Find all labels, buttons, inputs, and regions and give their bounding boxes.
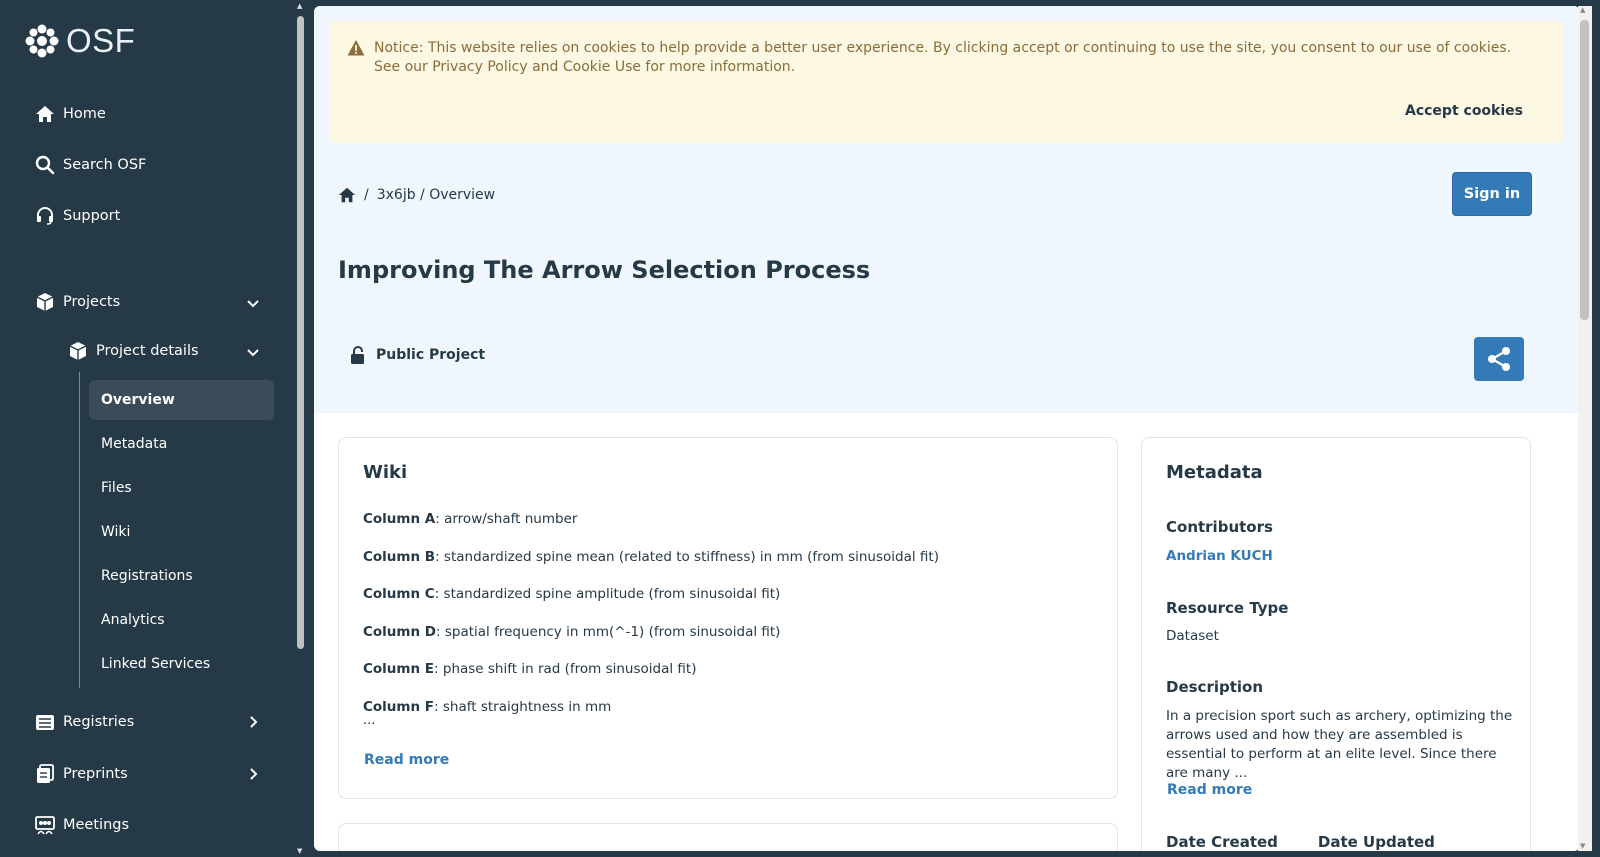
nav-home[interactable]: Home: [34, 99, 106, 129]
nav-project-details[interactable]: Project details: [67, 340, 199, 362]
resource-type-value: Dataset: [1166, 628, 1219, 644]
metadata-card: Metadata Contributors Andrian KUCH Resou…: [1141, 437, 1531, 851]
sidebar: OSF Home Search OSF Support Projects Pro…: [0, 0, 304, 857]
sidebar-scrollbar[interactable]: [297, 16, 304, 649]
wiki-line-text: : shaft straightness in mm: [434, 698, 612, 715]
main-scroll-down-icon[interactable]: ▼: [1580, 842, 1585, 850]
main-scrollbar[interactable]: [1580, 20, 1589, 320]
nav-registries[interactable]: Registries: [34, 707, 134, 737]
chevron-right-icon[interactable]: [245, 714, 261, 730]
osf-logo[interactable]: OSF: [24, 22, 135, 60]
nav-home-label: Home: [63, 106, 106, 122]
date-created-label: Date Created: [1166, 833, 1278, 851]
nav-preprints-label: Preprints: [63, 766, 128, 782]
wiki-line-key: Column D: [363, 623, 437, 640]
wiki-line-key: Column A: [363, 511, 436, 527]
date-updated-label: Date Updated: [1317, 833, 1435, 851]
wiki-line-text: : standardized spine amplitude (from sin…: [434, 586, 781, 602]
main-scroll-up-icon[interactable]: ▲: [1580, 6, 1585, 14]
nav-projects[interactable]: Projects: [34, 287, 264, 317]
breadcrumb: / 3x6jb / Overview: [338, 186, 495, 204]
osf-logo-icon: [25, 24, 59, 58]
home-icon[interactable]: [338, 186, 356, 204]
nav-search-label: Search OSF: [63, 157, 147, 173]
nav-meetings[interactable]: Meetings: [34, 810, 129, 840]
cookie-message: Notice: This website relies on cookies t…: [374, 40, 1512, 75]
wiki-read-more-link[interactable]: Read more: [364, 752, 449, 768]
wiki-line-text: : phase shift in rad (from sinusoidal fi…: [434, 661, 697, 677]
share-button[interactable]: [1474, 337, 1524, 381]
contributor-link[interactable]: Andrian KUCH: [1166, 548, 1273, 564]
visibility-label: Public Project: [376, 347, 486, 363]
meetings-icon: [34, 814, 56, 836]
breadcrumb-path: 3x6jb / Overview: [376, 187, 496, 203]
chevron-right-icon[interactable]: [245, 766, 261, 782]
nav-project-details-label: Project details: [96, 343, 199, 359]
date-headings: Date Created Date Updated: [1166, 833, 1435, 851]
description-read-more-link[interactable]: Read more: [1167, 782, 1252, 798]
cube-icon: [34, 291, 56, 313]
nav-support[interactable]: Support: [34, 201, 120, 231]
description-label: Description: [1166, 678, 1264, 696]
cookie-notice: Notice: This website relies on cookies t…: [329, 21, 1563, 143]
resource-type-label: Resource Type: [1166, 599, 1289, 617]
logo-text: OSF: [66, 22, 136, 59]
nav-search[interactable]: Search OSF: [34, 150, 146, 180]
wiki-line-key: Column B: [363, 548, 436, 565]
wiki-line: Column D: spatial frequency in mm(^-1) (…: [363, 623, 939, 661]
nav-registries-label: Registries: [63, 714, 135, 730]
tree-line: [79, 372, 80, 688]
search-icon: [34, 154, 56, 176]
home-icon: [34, 103, 56, 125]
sidebar-item-metadata[interactable]: Metadata: [89, 424, 274, 464]
sidebar-item-analytics[interactable]: Analytics: [89, 600, 274, 640]
nav-projects-label: Projects: [63, 294, 121, 310]
wiki-content: Column A: arrow/shaft number Column B: s…: [363, 510, 939, 735]
wiki-line-key: Column C: [363, 586, 435, 602]
headset-icon: [34, 205, 56, 227]
sidebar-item-wiki[interactable]: Wiki: [89, 512, 274, 552]
accept-cookies-button[interactable]: Accept cookies: [1405, 103, 1523, 119]
sidebar-item-files[interactable]: Files: [89, 468, 274, 508]
chevron-down-icon[interactable]: [245, 295, 261, 311]
wiki-line: Column F: shaft straightness in mm: [363, 698, 939, 736]
wiki-line: Column E: phase shift in rad (from sinus…: [363, 660, 939, 698]
wiki-line-text: : arrow/shaft number: [435, 511, 578, 527]
chevron-down-icon[interactable]: [245, 344, 261, 360]
sidebar-scroll-down-icon[interactable]: ▼: [297, 847, 302, 855]
registries-icon: [34, 711, 56, 733]
next-card: [338, 823, 1118, 851]
sidebar-scroll-up-icon[interactable]: ▲: [297, 2, 302, 10]
wiki-line: Column C: standardized spine amplitude (…: [363, 585, 939, 623]
nav-support-label: Support: [63, 208, 121, 224]
contributors-label: Contributors: [1166, 518, 1273, 536]
wiki-card: Wiki Column A: arrow/shaft number Column…: [338, 437, 1118, 799]
warning-icon: [347, 40, 365, 56]
cube-icon: [67, 340, 89, 362]
wiki-ellipsis: ...: [363, 713, 376, 728]
wiki-line-text: : standardized spine mean (related to st…: [435, 548, 939, 565]
wiki-line-key: Column E: [363, 661, 435, 677]
unlock-icon: [351, 346, 364, 364]
wiki-line-text: : spatial frequency in mm(^-1) (from sin…: [436, 623, 781, 640]
nav-meetings-label: Meetings: [63, 817, 130, 833]
metadata-heading: Metadata: [1166, 462, 1263, 483]
sign-in-button[interactable]: Sign in: [1452, 172, 1532, 216]
sidebar-item-linked-services[interactable]: Linked Services: [89, 644, 274, 684]
preprints-icon: [34, 763, 56, 785]
sidebar-item-registrations[interactable]: Registrations: [89, 556, 274, 596]
wiki-line: Column B: standardized spine mean (relat…: [363, 548, 939, 586]
nav-preprints[interactable]: Preprints: [34, 759, 128, 789]
share-icon: [1488, 347, 1510, 371]
wiki-heading: Wiki: [363, 462, 408, 483]
visibility-badge: Public Project: [350, 346, 485, 364]
wiki-line: Column A: arrow/shaft number: [363, 510, 939, 548]
page-title: Improving The Arrow Selection Process: [338, 256, 871, 284]
breadcrumb-separator: /: [364, 187, 369, 203]
sidebar-item-overview[interactable]: Overview: [89, 380, 274, 420]
description-value: In a precision sport such as archery, op…: [1166, 708, 1513, 781]
main-content: Notice: This website relies on cookies t…: [314, 6, 1580, 851]
